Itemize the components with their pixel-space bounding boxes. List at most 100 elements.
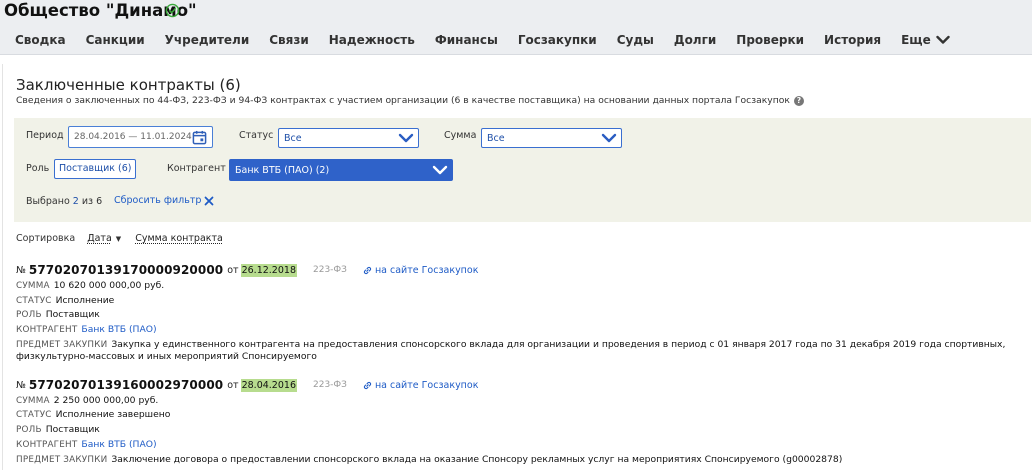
nav-item-founders[interactable]: Учредители (165, 32, 250, 48)
nav-item-debts[interactable]: Долги (674, 32, 716, 48)
contract-counterparty-row: КОНТРАГЕНТ Банк ВТБ (ПАО) (16, 324, 157, 335)
procurement-site-link-label: на сайте Госзакупок (374, 379, 479, 391)
status-select-value: Все (284, 133, 302, 144)
period-label: Период (26, 130, 64, 141)
nav-item-reliability[interactable]: Надежность (329, 32, 415, 48)
contract-subject-row: ПРЕДМЕТ ЗАКУПКИ Заключение договора о пре… (16, 454, 1016, 466)
sort-row: Сортировка Дата ▼ Сумма контракта (16, 233, 223, 244)
contract-date: 26.12.2018 (240, 263, 297, 277)
period-input[interactable]: 28.04.2016 — 11.01.2024 (68, 126, 213, 148)
counterparty-key: КОНТРАГЕНТ (16, 325, 78, 335)
section-title: Заключенные контракты (6) (16, 76, 241, 94)
role-label: Роль (26, 163, 50, 174)
chevron-down-icon (398, 133, 414, 143)
sort-by-date[interactable]: Дата (87, 233, 112, 244)
procurement-site-link[interactable]: на сайте Госзакупок (363, 264, 479, 276)
contract-status: Исполнение завершено (55, 409, 171, 420)
contract-header: № 57702070139160002970000 от 28.04.2016 … (16, 377, 478, 393)
reset-filter-label: Сбросить фильтр (114, 195, 202, 206)
nav-more-button[interactable]: Еще (901, 32, 950, 48)
contract-role-row: РОЛЬ Поставщик (16, 309, 100, 320)
sort-desc-icon: ▼ (115, 234, 122, 243)
contract-item: № 57702070139160002970000 от 28.04.2016 … (16, 377, 1026, 467)
contract-subject-row: ПРЕДМЕТ ЗАКУПКИ Закупка у единственного к… (16, 339, 1016, 362)
subject-key: ПРЕДМЕТ ЗАКУПКИ (16, 455, 108, 465)
link-icon (363, 266, 372, 274)
nav-item-connections[interactable]: Связи (269, 32, 309, 48)
verified-check-icon (165, 3, 180, 18)
contract-law: 223-ФЗ (313, 380, 347, 390)
nav-more-label: Еще (901, 33, 931, 47)
contract-law: 223-ФЗ (313, 265, 347, 275)
page-header: Общество "Динамо" Сводка Санкции Учредит… (0, 0, 1032, 55)
link-icon (363, 381, 372, 389)
contract-subject: Закупка у единственного контрагента на п… (16, 339, 1006, 362)
sum-select-value: Все (487, 133, 505, 144)
contract-number: 57702070139170000920000 (28, 263, 224, 277)
nav-item-finance[interactable]: Финансы (435, 32, 498, 48)
selected-number: 2 (72, 196, 79, 207)
selected-prefix: Выбрано (26, 196, 70, 207)
sum-label: Сумма (444, 130, 477, 141)
section-subtitle: Сведения о заключенных по 44-ФЗ, 223-ФЗ … (16, 95, 804, 106)
contract-sum: 2 250 000 000,00 руб. (53, 395, 159, 406)
main-nav: Сводка Санкции Учредители Связи Надежнос… (15, 32, 950, 48)
contract-role: Поставщик (45, 309, 100, 320)
counterparty-link[interactable]: Банк ВТБ (ПАО) (81, 439, 156, 450)
contract-role: Поставщик (45, 424, 100, 435)
status-label: Статус (239, 130, 274, 141)
nav-item-summary[interactable]: Сводка (15, 32, 66, 48)
chevron-down-icon (432, 165, 448, 175)
contract-date: 28.04.2016 (240, 378, 297, 392)
sum-select[interactable]: Все (481, 128, 622, 148)
contract-counterparty-row: КОНТРАГЕНТ Банк ВТБ (ПАО) (16, 439, 157, 450)
nav-item-sanctions[interactable]: Санкции (86, 32, 145, 48)
contract-header: № 57702070139170000920000 от 26.12.2018 … (16, 262, 478, 278)
selected-of: из 6 (81, 196, 103, 207)
status-select[interactable]: Все (278, 128, 419, 148)
reset-filter-button[interactable]: Сбросить фильтр (114, 195, 214, 206)
nav-item-courts[interactable]: Суды (617, 32, 654, 48)
role-key: РОЛЬ (16, 310, 42, 320)
contract-sum-row: СУММА 10 620 000 000,00 руб. (16, 280, 164, 291)
contract-item: № 57702070139170000920000 от 26.12.2018 … (16, 262, 1026, 362)
nav-item-history[interactable]: История (824, 32, 881, 48)
period-value: 28.04.2016 — 11.01.2024 (74, 132, 192, 142)
role-key: РОЛЬ (16, 425, 42, 435)
counterparty-select[interactable]: Банк ВТБ (ПАО) (2) (229, 159, 453, 181)
procurement-site-link[interactable]: на сайте Госзакупок (363, 379, 479, 391)
sort-label: Сортировка (16, 233, 76, 244)
counterparty-link[interactable]: Банк ВТБ (ПАО) (81, 324, 156, 335)
counterparty-label: Контрагент (167, 163, 226, 174)
contract-sum-row: СУММА 2 250 000 000,00 руб. (16, 395, 158, 406)
status-key: СТАТУС (16, 410, 52, 420)
procurement-site-link-label: на сайте Госзакупок (374, 264, 479, 276)
calendar-icon[interactable] (192, 130, 207, 145)
filter-panel: Период 28.04.2016 — 11.01.2024 Статус Вс… (14, 118, 1031, 222)
contract-role-row: РОЛЬ Поставщик (16, 424, 100, 435)
contract-sum: 10 620 000 000,00 руб. (53, 280, 165, 291)
contract-from-label: от (227, 264, 239, 276)
counterparty-select-value: Банк ВТБ (ПАО) (2) (235, 165, 330, 176)
contract-number: 57702070139160002970000 (28, 378, 224, 392)
contract-no-label: № (16, 264, 26, 276)
help-icon[interactable]: ? (793, 95, 804, 106)
chevron-down-icon (936, 35, 950, 44)
nav-item-inspections[interactable]: Проверки (736, 32, 804, 48)
status-key: СТАТУС (16, 296, 52, 306)
contract-status-row: СТАТУС Исполнение (16, 295, 114, 306)
contract-subject: Заключение договора о предоставлении спо… (111, 454, 843, 465)
contract-from-label: от (227, 379, 239, 391)
counterparty-key: КОНТРАГЕНТ (16, 440, 78, 450)
sort-by-sum[interactable]: Сумма контракта (135, 233, 223, 244)
section-subtitle-text: Сведения о заключенных по 44-ФЗ, 223-ФЗ … (16, 95, 790, 106)
contract-status: Исполнение (55, 295, 115, 306)
sum-key: СУММА (16, 281, 50, 291)
role-filter-chip[interactable]: Поставщик (6) (54, 159, 137, 179)
nav-item-procurement[interactable]: Госзакупки (518, 32, 597, 48)
close-icon (205, 196, 214, 205)
subject-key: ПРЕДМЕТ ЗАКУПКИ (16, 340, 108, 350)
contract-status-row: СТАТУС Исполнение завершено (16, 409, 170, 420)
chevron-down-icon (601, 133, 617, 143)
contract-no-label: № (16, 379, 26, 391)
